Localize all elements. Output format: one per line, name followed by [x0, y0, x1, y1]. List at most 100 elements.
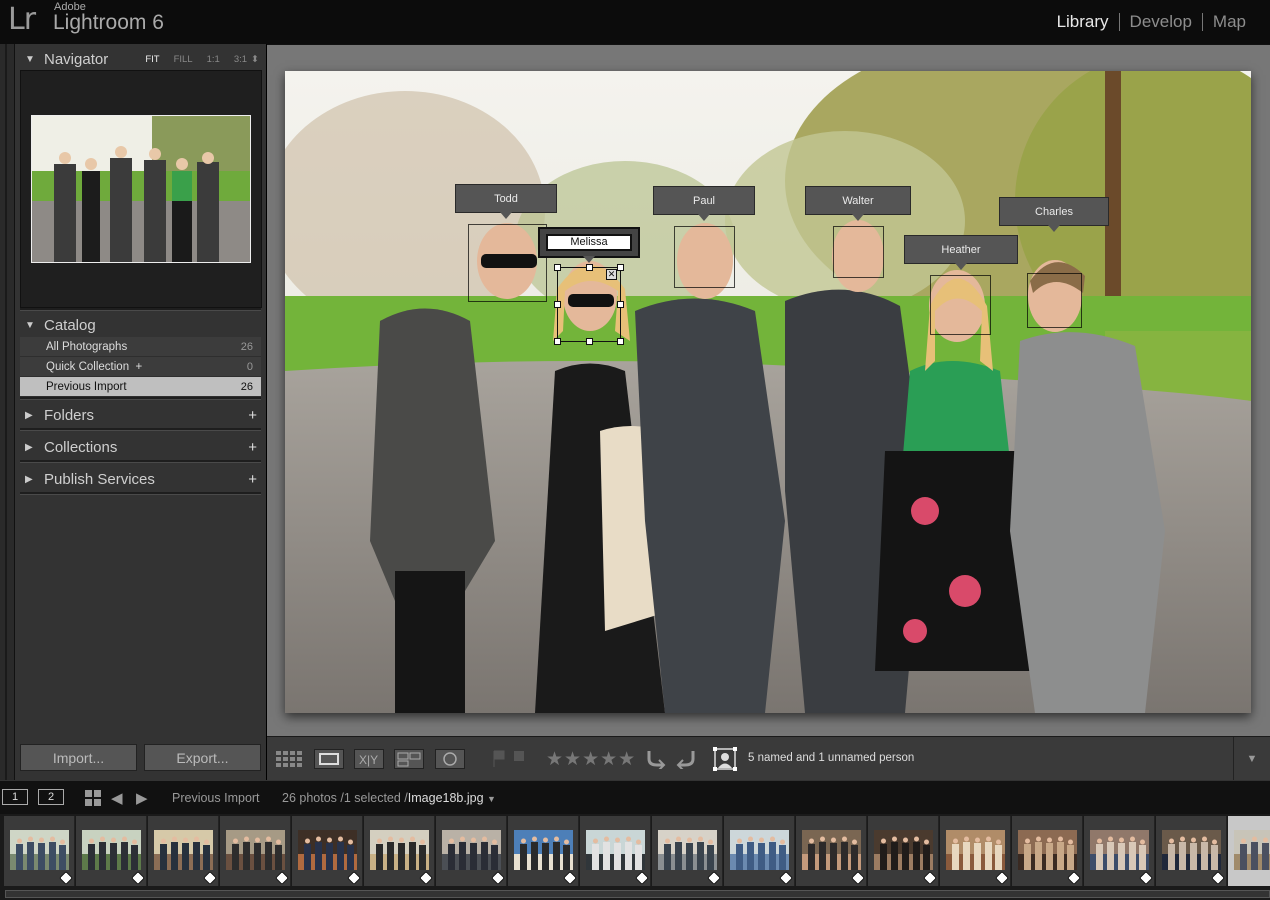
left-panel-toggle[interactable]: [0, 44, 14, 780]
remove-face-icon[interactable]: ✕: [606, 269, 617, 280]
loupe-view-button[interactable]: [314, 749, 344, 769]
resize-handle[interactable]: [554, 301, 561, 308]
star-rating[interactable]: ★★★★★: [546, 748, 636, 771]
keyword-badge-icon[interactable]: [563, 871, 577, 885]
face-region-tool-icon[interactable]: [713, 747, 737, 776]
keyword-badge-icon[interactable]: [275, 871, 289, 885]
filmstrip-thumbnail[interactable]: [868, 816, 939, 886]
rotate-right-icon[interactable]: [675, 747, 697, 774]
main-photo[interactable]: ✕ Todd Melissa Paul Walter Heather Charl…: [285, 71, 1251, 713]
rotate-left-icon[interactable]: [645, 747, 667, 774]
keyword-badge-icon[interactable]: [59, 871, 73, 885]
face-region-todd[interactable]: [468, 224, 547, 302]
face-tag-melissa[interactable]: Melissa: [538, 227, 640, 263]
toolbar-options-dropdown[interactable]: ▼: [1233, 737, 1270, 781]
filmstrip-thumbnail[interactable]: [220, 816, 291, 886]
add-collection-icon[interactable]: +: [248, 439, 257, 456]
resize-handle[interactable]: [586, 264, 593, 271]
keyword-badge-icon[interactable]: [203, 871, 217, 885]
keyword-badge-icon[interactable]: [851, 871, 865, 885]
primary-monitor-button[interactable]: 1: [2, 789, 28, 805]
filmstrip-thumbnail[interactable]: [436, 816, 507, 886]
navigator-header[interactable]: ▼ Navigator FIT FILL 1:1 3:1 ⬍: [15, 46, 267, 72]
face-tag-heather[interactable]: Heather: [904, 235, 1018, 270]
resize-handle[interactable]: [617, 264, 624, 271]
export-button[interactable]: Export...: [144, 744, 261, 771]
resize-handle[interactable]: [617, 338, 624, 345]
filmstrip-thumbnail[interactable]: [292, 816, 363, 886]
keyword-badge-icon[interactable]: [995, 871, 1009, 885]
keyword-badge-icon[interactable]: [491, 871, 505, 885]
keyword-badge-icon[interactable]: [1211, 871, 1225, 885]
compare-view-button[interactable]: X|Y: [354, 749, 384, 769]
resize-handle[interactable]: [554, 264, 561, 271]
zoom-1-1[interactable]: 1:1: [207, 54, 220, 65]
face-tag-charles[interactable]: Charles: [999, 197, 1109, 232]
catalog-item-quick-collection[interactable]: Quick Collection + 0: [20, 357, 261, 377]
back-arrow-icon[interactable]: ◀: [111, 789, 123, 807]
filmstrip-scrollbar[interactable]: [5, 890, 1270, 898]
chevron-down-icon[interactable]: ▼: [487, 794, 496, 804]
collections-header[interactable]: ▶ Collections +: [15, 434, 267, 460]
resize-handle[interactable]: [586, 338, 593, 345]
flag-icon[interactable]: [492, 749, 532, 774]
filmstrip-thumbnail[interactable]: [4, 816, 75, 886]
resize-handle[interactable]: [617, 301, 624, 308]
keyword-badge-icon[interactable]: [923, 871, 937, 885]
module-develop[interactable]: Develop: [1120, 12, 1202, 32]
zoom-arrows-icon[interactable]: ⬍: [251, 54, 259, 65]
keyword-badge-icon[interactable]: [419, 871, 433, 885]
keyword-badge-icon[interactable]: [707, 871, 721, 885]
module-map[interactable]: Map: [1203, 12, 1256, 32]
face-tag-paul[interactable]: Paul: [653, 186, 755, 221]
resize-handle[interactable]: [554, 338, 561, 345]
face-region-heather[interactable]: [930, 275, 991, 335]
filmstrip-source[interactable]: Previous Import: [172, 791, 260, 805]
filmstrip-thumbnail[interactable]: [1228, 816, 1270, 886]
filmstrip-thumbnail[interactable]: [652, 816, 723, 886]
filmstrip-thumbnail[interactable]: [1156, 816, 1227, 886]
face-tag-todd[interactable]: Todd: [455, 184, 557, 219]
keyword-badge-icon[interactable]: [779, 871, 793, 885]
add-folder-icon[interactable]: +: [248, 407, 257, 424]
face-tag-walter[interactable]: Walter: [805, 186, 911, 221]
catalog-header[interactable]: ▼ Catalog: [15, 312, 267, 338]
filmstrip-thumbnail[interactable]: [508, 816, 579, 886]
catalog-item-previous-import[interactable]: Previous Import 26: [20, 377, 261, 397]
zoom-fit[interactable]: FIT: [145, 54, 159, 65]
navigator-thumbnail[interactable]: [31, 115, 251, 263]
secondary-monitor-button[interactable]: 2: [38, 789, 64, 805]
forward-arrow-icon[interactable]: ▶: [136, 789, 148, 807]
keyword-badge-icon[interactable]: [1067, 871, 1081, 885]
face-region-charles[interactable]: [1027, 273, 1082, 328]
people-view-button[interactable]: [435, 749, 465, 769]
keyword-badge-icon[interactable]: [347, 871, 361, 885]
module-library[interactable]: Library: [1047, 12, 1119, 32]
filmstrip-thumbnail[interactable]: [724, 816, 795, 886]
catalog-item-all-photographs[interactable]: All Photographs 26: [20, 337, 261, 357]
filmstrip-thumbnail[interactable]: [148, 816, 219, 886]
keyword-badge-icon[interactable]: [1139, 871, 1153, 885]
import-button[interactable]: Import...: [20, 744, 137, 771]
filmstrip-thumbnail[interactable]: [940, 816, 1011, 886]
filmstrip-thumbnail[interactable]: [1084, 816, 1155, 886]
face-region-walter[interactable]: [833, 226, 884, 278]
face-name-input[interactable]: Melissa: [546, 234, 632, 251]
grid-view-icon[interactable]: [275, 749, 305, 774]
face-region-paul[interactable]: [674, 226, 735, 288]
survey-view-button[interactable]: [394, 749, 424, 769]
zoom-3-1[interactable]: 3:1: [234, 54, 247, 65]
filmstrip-thumbnail[interactable]: [76, 816, 147, 886]
keyword-badge-icon[interactable]: [131, 871, 145, 885]
folders-header[interactable]: ▶ Folders +: [15, 402, 267, 428]
zoom-fill[interactable]: FILL: [174, 54, 193, 65]
filmstrip-thumbnail[interactable]: [364, 816, 435, 886]
grid-icon[interactable]: [85, 790, 101, 811]
face-region-melissa[interactable]: ✕: [554, 264, 624, 345]
filmstrip-thumbnail[interactable]: [1012, 816, 1083, 886]
navigator-preview[interactable]: [20, 70, 262, 308]
filmstrip-thumbnail[interactable]: [796, 816, 867, 886]
add-publish-service-icon[interactable]: +: [248, 471, 257, 488]
publish-services-header[interactable]: ▶ Publish Services +: [15, 466, 267, 492]
filmstrip-thumbnail[interactable]: [580, 816, 651, 886]
